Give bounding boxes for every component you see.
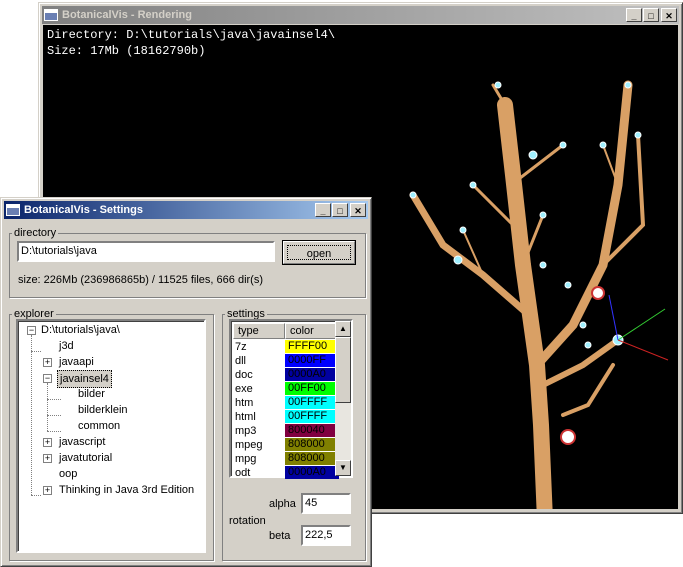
tree-node[interactable]: j3d: [59, 338, 74, 354]
settings-title: BotanicalVis - Settings: [24, 204, 143, 216]
tree-node[interactable]: bilder: [78, 386, 105, 402]
scroll-up-icon[interactable]: ▲: [335, 321, 351, 337]
rotation-label: rotation: [229, 515, 266, 527]
expand-toggle[interactable]: +: [43, 358, 52, 367]
color-cell: 808000: [285, 438, 339, 451]
beta-input[interactable]: 222,5: [301, 525, 351, 546]
column-header-color[interactable]: color: [285, 323, 339, 339]
table-row[interactable]: mpeg 808000: [233, 438, 339, 452]
table-row[interactable]: odt 0000A0: [233, 466, 339, 480]
expand-toggle[interactable]: +: [43, 486, 52, 495]
table-row[interactable]: mpg 808000: [233, 452, 339, 466]
rendering-titlebar[interactable]: BotanicalVis - Rendering _ □ ✕: [42, 6, 679, 24]
close-button[interactable]: ✕: [661, 8, 677, 22]
table-header: type color: [233, 323, 339, 339]
minimize-button[interactable]: _: [626, 8, 642, 22]
app-icon: [44, 9, 58, 21]
tree-node[interactable]: javatutorial: [59, 450, 112, 466]
color-cell: 00FFFF: [285, 396, 339, 409]
table-row[interactable]: doc 0000A0: [233, 368, 339, 382]
type-cell: exe: [235, 383, 253, 395]
app-icon: [6, 204, 20, 216]
table-row[interactable]: mp3 800040: [233, 424, 339, 438]
explorer-tree[interactable]: − D:\tutorials\java\ j3d + javaapi − jav…: [16, 319, 206, 553]
table-scrollbar[interactable]: ▲ ▼: [335, 321, 351, 476]
maximize-button[interactable]: □: [643, 8, 659, 22]
maximize-button[interactable]: □: [332, 203, 348, 217]
settings-titlebar[interactable]: BotanicalVis - Settings _ □ ✕: [4, 201, 368, 219]
color-cell: 0000A0: [285, 368, 339, 381]
tree-node[interactable]: javaapi: [59, 354, 94, 370]
directory-size-info: size: 226Mb (236986865b) / 11525 files, …: [18, 274, 263, 286]
table-row[interactable]: exe 00FF00: [233, 382, 339, 396]
tree-node-root[interactable]: D:\tutorials\java\: [41, 322, 120, 338]
color-cell: 808000: [285, 452, 339, 465]
directory-legend: directory: [14, 227, 57, 239]
scroll-thumb[interactable]: [335, 337, 351, 403]
color-cell: 00FF00: [285, 382, 339, 395]
close-button[interactable]: ✕: [350, 203, 366, 217]
beta-label: beta: [269, 530, 291, 542]
settings-window: BotanicalVis - Settings _ □ ✕ directory …: [0, 197, 372, 567]
alpha-input[interactable]: 45: [301, 493, 351, 514]
color-cell: 00FFFF: [285, 410, 339, 423]
color-cell: 0000A0: [285, 466, 339, 479]
tree-node[interactable]: bilderklein: [78, 402, 128, 418]
color-cell: FFFF00: [285, 340, 339, 353]
color-cell: 800040: [285, 424, 339, 437]
type-cell: html: [235, 411, 256, 423]
type-cell: doc: [235, 369, 253, 381]
directory-path-input[interactable]: D:\tutorials\java: [17, 241, 275, 262]
color-cell: 0000FF: [285, 354, 339, 367]
table-row[interactable]: 7z FFFF00: [233, 340, 339, 354]
table-row[interactable]: html 00FFFF: [233, 410, 339, 424]
type-cell: dll: [235, 355, 247, 367]
expand-toggle[interactable]: +: [43, 454, 52, 463]
open-button[interactable]: open: [282, 240, 356, 265]
tree-node[interactable]: oop: [59, 466, 77, 482]
table-row[interactable]: dll 0000FF: [233, 354, 339, 368]
scroll-down-icon[interactable]: ▼: [335, 460, 351, 476]
expand-toggle[interactable]: +: [43, 438, 52, 447]
alpha-label: alpha: [269, 498, 296, 510]
column-header-type[interactable]: type: [233, 323, 285, 339]
table-row[interactable]: htm 00FFFF: [233, 396, 339, 410]
minimize-button[interactable]: _: [315, 203, 331, 217]
file-type-table[interactable]: type color 7z FFFF00 dll 0000FF doc 0000A0 exe…: [229, 319, 353, 480]
type-cell: mpg: [235, 453, 257, 465]
tree-node[interactable]: javascript: [59, 434, 105, 450]
tree-node[interactable]: common: [78, 418, 120, 434]
type-cell: mpeg: [235, 439, 263, 451]
tree-node[interactable]: Thinking in Java 3rd Edition: [59, 482, 194, 498]
type-cell: odt: [235, 467, 251, 479]
collapse-toggle[interactable]: −: [27, 326, 36, 335]
type-cell: 7z: [235, 341, 247, 353]
type-cell: htm: [235, 397, 254, 409]
type-cell: mp3: [235, 425, 257, 437]
rendering-title: BotanicalVis - Rendering: [62, 9, 192, 21]
open-button-label: open: [306, 248, 332, 260]
collapse-toggle[interactable]: −: [43, 374, 52, 383]
